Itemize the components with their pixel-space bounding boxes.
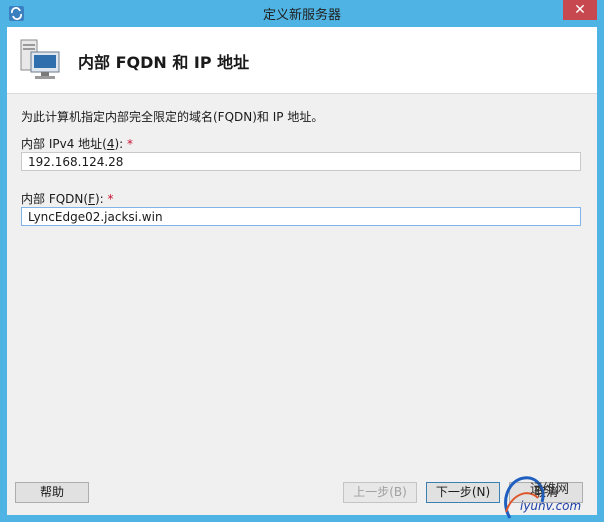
fqdn-label-accesskey: F — [88, 192, 95, 206]
fqdn-label-suffix: ): — [94, 192, 104, 206]
dialog-client-area: 内部 FQDN 和 IP 地址 为此计算机指定内部完全限定的域名(FQDN)和 … — [7, 27, 597, 515]
page-title: 内部 FQDN 和 IP 地址 — [78, 53, 250, 72]
watermark-text: 运维网 — [530, 482, 570, 497]
help-button[interactable]: 帮助 — [15, 482, 89, 503]
server-computer-icon — [20, 39, 60, 79]
ipv4-label: 内部 IPv4 地址(4): * — [21, 135, 133, 152]
required-marker: * — [107, 192, 114, 206]
ipv4-label-prefix: 内部 IPv4 地址( — [21, 137, 107, 151]
ipv4-label-suffix: ): — [114, 137, 124, 151]
fqdn-label-prefix: 内部 FQDN( — [21, 192, 89, 206]
watermark-subtext: iyunv.com — [520, 499, 582, 513]
required-marker: * — [127, 137, 134, 151]
close-button[interactable]: ✕ — [563, 0, 597, 20]
fqdn-label: 内部 FQDN(F): * — [21, 190, 114, 207]
window-title: 定义新服务器 — [262, 8, 341, 23]
ipv4-address-input[interactable] — [21, 152, 581, 171]
fqdn-input[interactable] — [21, 207, 581, 226]
back-button[interactable]: 上一步(B) — [343, 482, 417, 503]
wizard-header: 内部 FQDN 和 IP 地址 — [7, 27, 597, 94]
title-bar: 定义新服务器 ✕ — [0, 0, 604, 27]
next-button[interactable]: 下一步(N) — [426, 482, 500, 503]
instructions-text: 为此计算机指定内部完全限定的域名(FQDN)和 IP 地址。 — [21, 110, 324, 124]
